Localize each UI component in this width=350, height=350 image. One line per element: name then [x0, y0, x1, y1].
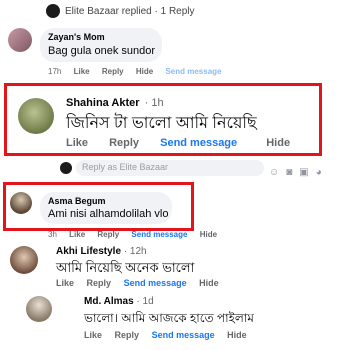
- comment-author[interactable]: Zayan's Mom: [48, 32, 105, 42]
- timestamp[interactable]: · 1d: [136, 296, 153, 307]
- send-message-button[interactable]: Send message: [152, 330, 215, 340]
- like-button[interactable]: Like: [66, 137, 88, 149]
- comment-text: Bag gula onek sundor: [48, 45, 156, 57]
- page-avatar[interactable]: [46, 4, 60, 18]
- avatar[interactable]: [18, 98, 54, 134]
- timestamp[interactable]: · 1h: [145, 97, 164, 109]
- reply-summary[interactable]: Elite Bazaar replied · 1 Reply: [65, 6, 195, 17]
- input-icons: ☺ ◙ ▣ ◕: [262, 162, 322, 180]
- comment-text: Ami nisi alhamdolilah vlo: [48, 208, 169, 220]
- comment-text: জিনিস টা ভালো আমি নিয়েছি: [66, 115, 257, 132]
- comment-actions: 17h Like Reply Hide Send message: [48, 67, 231, 76]
- reply-button[interactable]: Reply: [115, 330, 140, 340]
- comment-author[interactable]: Md. Almas: [84, 296, 134, 307]
- reply-button[interactable]: Reply: [87, 278, 112, 288]
- comment-header: Akhi Lifestyle · 12h: [56, 246, 147, 257]
- send-message-button[interactable]: Send message: [124, 278, 187, 288]
- comment-header: Shahina Akter · 1h: [66, 97, 164, 109]
- send-message-button[interactable]: Send message: [165, 67, 221, 76]
- send-message-button[interactable]: Send message: [131, 230, 187, 239]
- hide-button[interactable]: Hide: [266, 137, 290, 149]
- timestamp[interactable]: 17h: [48, 67, 61, 76]
- reply-input-placeholder: Reply as Elite Bazaar: [82, 162, 169, 172]
- comment-bubble: Zayan's Mom Bag gula onek sundor: [40, 28, 162, 62]
- like-button[interactable]: Like: [84, 330, 102, 340]
- comment-bubble: Asma Begum Ami nisi alhamdolilah vlo: [40, 192, 172, 224]
- comment-header: Md. Almas · 1d: [84, 296, 154, 307]
- comment-text: আমি নিয়েছি অনেক ভালো: [56, 260, 195, 275]
- page-avatar[interactable]: [60, 162, 72, 174]
- reply-button[interactable]: Reply: [109, 137, 139, 149]
- hide-button[interactable]: Hide: [200, 230, 217, 239]
- camera-icon[interactable]: ◙: [286, 167, 292, 178]
- hide-button[interactable]: Hide: [199, 278, 219, 288]
- emoji-icon[interactable]: ☺: [269, 167, 279, 178]
- comment-actions: Like Reply Send message Hide: [56, 278, 229, 288]
- reply-button[interactable]: Reply: [97, 230, 119, 239]
- sticker-icon[interactable]: ◕: [316, 167, 322, 178]
- avatar[interactable]: [10, 192, 32, 214]
- comment-author[interactable]: Shahina Akter: [66, 97, 140, 109]
- comment-actions: 3h Like Reply Send message Hide: [48, 230, 227, 239]
- send-message-button[interactable]: Send message: [160, 137, 237, 149]
- comment-actions: Like Reply Send message Hide: [84, 330, 257, 340]
- avatar[interactable]: [8, 28, 32, 52]
- hide-button[interactable]: Hide: [227, 330, 247, 340]
- reply-input[interactable]: Reply as Elite Bazaar: [76, 160, 264, 176]
- like-button[interactable]: Like: [74, 67, 90, 76]
- avatar[interactable]: [10, 246, 38, 274]
- reply-button[interactable]: Reply: [102, 67, 124, 76]
- comment-author[interactable]: Asma Begum: [48, 196, 106, 206]
- timestamp[interactable]: 3h: [48, 230, 57, 239]
- avatar[interactable]: [26, 296, 52, 322]
- comment-author[interactable]: Akhi Lifestyle: [56, 246, 121, 257]
- comment-text: ভালো। আমি আজকে হাতে পাইলাম: [84, 311, 254, 325]
- like-button[interactable]: Like: [56, 278, 74, 288]
- timestamp[interactable]: · 12h: [124, 246, 147, 257]
- like-button[interactable]: Like: [69, 230, 85, 239]
- comment-actions: Like Reply Send message Hide: [66, 137, 300, 149]
- gif-icon[interactable]: ▣: [299, 167, 308, 178]
- hide-button[interactable]: Hide: [136, 67, 153, 76]
